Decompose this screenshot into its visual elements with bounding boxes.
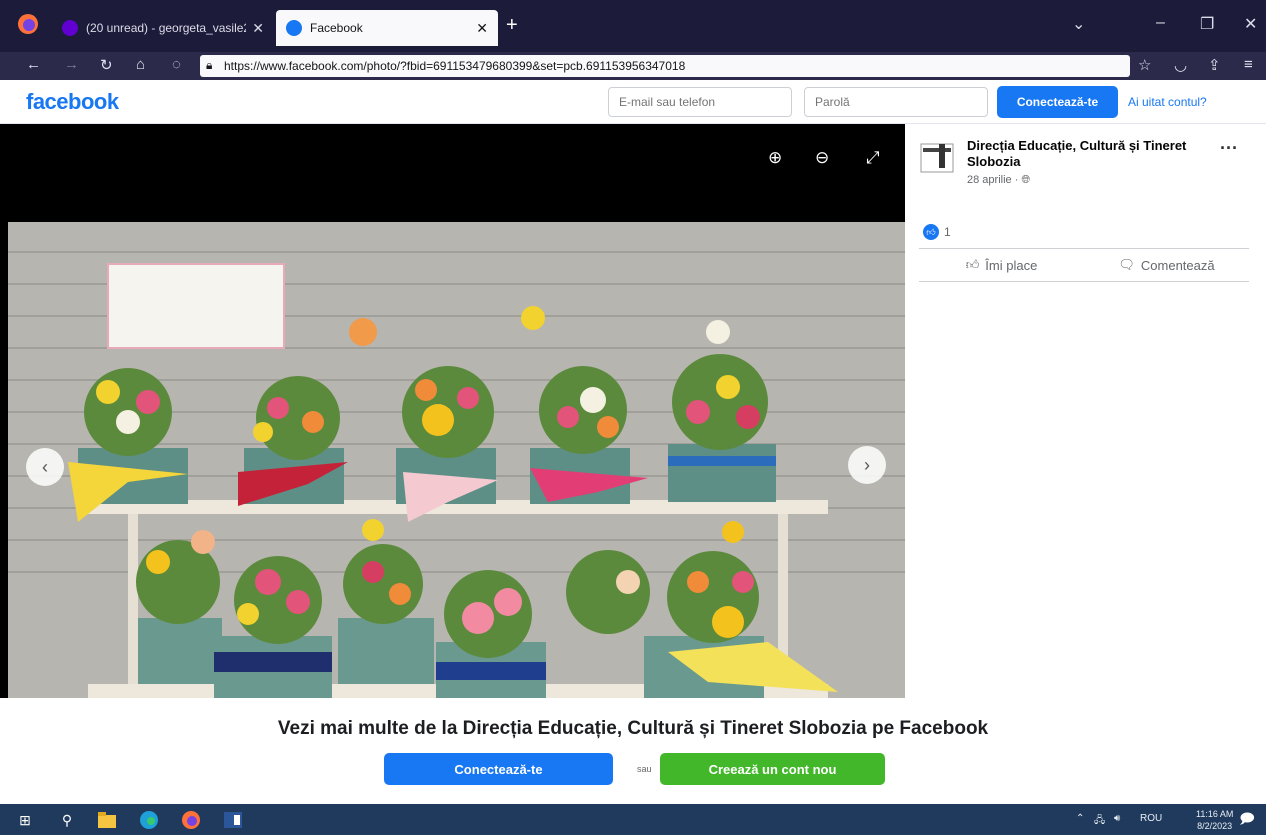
password-field[interactable]: [804, 87, 988, 117]
firefox-taskbar-icon[interactable]: [180, 809, 202, 831]
tab-title: Facebook: [310, 21, 363, 35]
post-actions: 👍︎ Îmi place 🗨︎ Comentează: [919, 248, 1249, 282]
more-options-icon[interactable]: ···: [1220, 138, 1238, 159]
chevron-right-icon: ›: [864, 454, 870, 475]
menu-icon[interactable]: ≡: [1244, 56, 1253, 73]
reaction-summary[interactable]: 👍︎ 1: [923, 224, 951, 240]
thumbs-up-icon: 👍︎: [923, 224, 939, 240]
windows-start-icon[interactable]: ⊞: [14, 809, 36, 831]
clock-date: 8/2/2023: [1197, 821, 1233, 831]
like-label: Îmi place: [985, 257, 1038, 273]
forward-icon[interactable]: →: [64, 56, 79, 73]
restore-icon[interactable]: ❐: [1200, 14, 1214, 34]
thumbs-up-outline-icon: 👍︎: [965, 257, 980, 272]
post-details-panel: Direcția Educație, Cultură și Tineret Sl…: [905, 124, 1266, 698]
notification-count: 2: [1247, 814, 1252, 823]
post-date: 28 aprilie · 🌐︎: [967, 174, 1030, 187]
browser-tab-strip: (20 unread) - georgeta_vasile20 ✕ Facebo…: [0, 0, 1266, 52]
volume-icon[interactable]: 🔊︎: [1114, 813, 1120, 824]
word-icon[interactable]: [222, 809, 244, 831]
page-avatar[interactable]: [919, 140, 955, 176]
next-photo-button[interactable]: ›: [848, 446, 886, 484]
shield-icon[interactable]: ◌: [172, 56, 181, 73]
system-clock[interactable]: 11:16 AM 8/2/2023: [1196, 808, 1233, 832]
chevron-down-icon[interactable]: ⌄: [1072, 14, 1085, 34]
url-bar[interactable]: 🔒︎ https://www.facebook.com/photo/?fbid=…: [200, 55, 1130, 77]
close-window-icon[interactable]: ✕: [1244, 14, 1257, 34]
close-icon[interactable]: ✕: [252, 20, 264, 37]
zoom-out-icon[interactable]: ⊖: [815, 148, 829, 168]
like-button[interactable]: 👍︎ Îmi place: [919, 249, 1084, 281]
login-button-bottom[interactable]: Conectează-te: [384, 753, 613, 785]
file-explorer-icon[interactable]: [96, 809, 118, 831]
tab-email[interactable]: (20 unread) - georgeta_vasile20 ✕: [52, 10, 274, 46]
chevron-up-icon[interactable]: ⌃: [1076, 813, 1084, 824]
comment-label: Comentează: [1140, 257, 1215, 273]
bookmark-star-icon[interactable]: ☆: [1138, 56, 1151, 74]
search-icon[interactable]: ⚲: [56, 809, 78, 831]
mail-icon: [62, 20, 78, 36]
url-text: https://www.facebook.com/photo/?fbid=691…: [224, 59, 686, 73]
home-icon[interactable]: ⌂: [136, 56, 145, 73]
browser-navbar: ← → ↻ ⌂ ◌ 🔒︎ https://www.facebook.com/ph…: [0, 52, 1266, 80]
comment-button[interactable]: 🗨︎ Comentează: [1084, 249, 1249, 281]
notifications-icon[interactable]: 🗩︎ 2: [1236, 809, 1258, 831]
language-indicator[interactable]: ROU: [1140, 813, 1162, 824]
facebook-header: facebook Conectează-te Ai uitat contul?: [0, 80, 1266, 124]
like-count: 1: [944, 225, 951, 239]
close-icon[interactable]: ✕: [476, 20, 488, 37]
globe-icon: 🌐︎: [1021, 174, 1031, 186]
create-account-button[interactable]: Creează un cont nou: [660, 753, 885, 785]
network-icon[interactable]: 🖧︎: [1094, 813, 1105, 830]
edge-icon[interactable]: [138, 809, 160, 831]
post-date-text: 28 aprilie ·: [967, 174, 1022, 186]
login-button[interactable]: Conectează-te: [997, 86, 1118, 118]
facebook-logo[interactable]: facebook: [26, 89, 119, 115]
email-field[interactable]: [608, 87, 792, 117]
windows-taskbar: ⊞ ⚲ ⌃ 🖧︎ 🔊︎ ROU 11:16 AM 8/2/2023 🗩︎ 2: [0, 804, 1266, 835]
login-prompt-title: Vezi mai multe de la Direcția Educație, …: [277, 718, 989, 739]
chevron-left-icon: ‹: [42, 456, 48, 477]
tab-facebook[interactable]: Facebook ✕: [276, 10, 498, 46]
zoom-in-icon[interactable]: ⊕: [768, 148, 782, 168]
or-text: sau: [637, 764, 652, 774]
flower-arrangements-photo: [8, 222, 905, 698]
fullscreen-icon[interactable]: ⤢: [866, 148, 880, 168]
lock-icon: 🔒︎: [206, 58, 213, 72]
pocket-icon[interactable]: ◡: [1174, 56, 1187, 74]
new-tab-button[interactable]: +: [506, 14, 518, 37]
firefox-icon[interactable]: [14, 10, 42, 38]
comment-icon: 🗨︎: [1118, 257, 1135, 272]
forgot-account-link[interactable]: Ai uitat contul?: [1128, 95, 1207, 109]
login-prompt-bar: Vezi mai multe de la Direcția Educație, …: [0, 698, 1266, 804]
reload-icon[interactable]: ↻: [100, 56, 113, 74]
back-icon[interactable]: ←: [26, 56, 41, 73]
previous-photo-button[interactable]: ‹: [26, 448, 64, 486]
page-name[interactable]: Direcția Educație, Cultură și Tineret Sl…: [967, 138, 1222, 170]
clock-time: 11:16 AM: [1196, 809, 1234, 819]
photo-viewer: ⊕ ⊖ ⤢ ‹ ›: [0, 124, 905, 698]
extensions-icon[interactable]: ⇪: [1208, 56, 1221, 74]
minimize-icon[interactable]: –: [1156, 14, 1165, 32]
facebook-icon: [286, 20, 302, 36]
tab-title: (20 unread) - georgeta_vasile20: [86, 21, 247, 35]
